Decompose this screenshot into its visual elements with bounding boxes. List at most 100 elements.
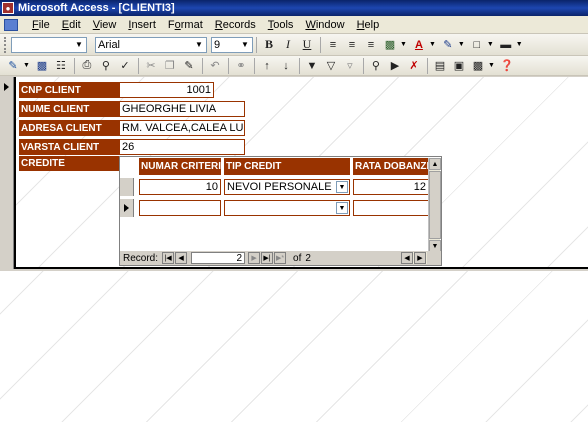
previous-record-icon[interactable]: ◀: [175, 252, 188, 264]
align-center-icon[interactable]: ≡: [343, 36, 361, 54]
sort-descending-icon[interactable]: ↓: [277, 57, 295, 75]
chevron-down-icon[interactable]: ▼: [336, 181, 348, 193]
scroll-right-icon[interactable]: ▶: [414, 252, 426, 264]
paste-icon[interactable]: ✎: [180, 57, 198, 75]
toolbar-separator: [201, 57, 203, 74]
current-record-icon: [124, 204, 129, 212]
print-icon[interactable]: ⎙: [78, 57, 96, 75]
properties-icon[interactable]: ▤: [431, 57, 449, 75]
toolbar-separator: [227, 57, 229, 74]
menu-format[interactable]: Format: [162, 19, 209, 31]
menu-window[interactable]: Window: [299, 19, 350, 31]
divider: [14, 77, 16, 269]
menu-edit[interactable]: Edit: [56, 19, 87, 31]
field-cnp-client[interactable]: 1001: [119, 82, 214, 98]
toolbar-separator: [320, 36, 321, 53]
border-icon[interactable]: □: [468, 36, 486, 54]
menu-view[interactable]: View: [87, 19, 123, 31]
toolbar-separator: [73, 57, 75, 74]
font-color-icon[interactable]: A: [410, 36, 428, 54]
chevron-down-icon[interactable]: ▼: [458, 41, 465, 48]
new-record-icon[interactable]: ▶: [386, 57, 404, 75]
record-number-input[interactable]: 2: [191, 252, 246, 264]
horizontal-scrollbar[interactable]: ◀ ▶: [401, 252, 427, 264]
scroll-thumb[interactable]: [429, 171, 441, 239]
credite-subform: NUMAR CRITERIU TIP CREDIT RATA DOBANZII …: [119, 156, 442, 266]
menu-file[interactable]: File: [26, 19, 56, 31]
cell-numar-criteriu[interactable]: 10: [139, 179, 221, 195]
sort-ascending-icon[interactable]: ↑: [258, 57, 276, 75]
spelling-icon[interactable]: ✓: [116, 57, 134, 75]
cell-tip-credit[interactable]: NEVOI PERSONALE ▼: [224, 179, 350, 195]
field-nume-client[interactable]: GHEORGHE LIVIA: [119, 101, 245, 117]
record-label: Record:: [123, 252, 159, 264]
col-rata-dobanzii: RATA DOBANZII: [353, 158, 429, 175]
bold-button[interactable]: B: [260, 36, 278, 54]
new-record-nav-icon[interactable]: ▶*: [274, 252, 287, 264]
file-search-icon[interactable]: ☷: [52, 57, 70, 75]
toolbar-grip[interactable]: [4, 36, 7, 53]
scroll-left-icon[interactable]: ◀: [401, 252, 413, 264]
align-right-icon[interactable]: ≡: [362, 36, 380, 54]
record-selector[interactable]: [0, 77, 14, 269]
cell-rata-dobanzii[interactable]: [353, 200, 429, 216]
chevron-down-icon[interactable]: ▼: [487, 41, 494, 48]
subform-header: NUMAR CRITERIU TIP CREDIT RATA DOBANZII: [139, 158, 429, 175]
chevron-down-icon: ▼: [241, 40, 249, 49]
font-size-combo[interactable]: 9 ▼: [211, 36, 253, 53]
chevron-down-icon[interactable]: ▼: [400, 41, 407, 48]
view-icon[interactable]: ✎: [4, 57, 22, 75]
cell-rata-dobanzii[interactable]: 12: [353, 179, 429, 195]
last-record-icon[interactable]: ▶|: [261, 252, 274, 264]
chevron-down-icon[interactable]: ▼: [488, 62, 495, 69]
fill-color-icon[interactable]: ▩: [381, 36, 399, 54]
align-left-icon[interactable]: ≡: [324, 36, 342, 54]
cut-icon[interactable]: ✂: [142, 57, 160, 75]
chevron-down-icon: ▼: [195, 40, 203, 49]
font-combo[interactable]: Arial ▼: [95, 36, 207, 53]
new-object-icon[interactable]: ▩: [469, 57, 487, 75]
chevron-down-icon[interactable]: ▼: [516, 41, 523, 48]
object-combo[interactable]: ▼: [11, 36, 87, 53]
filter-by-form-icon[interactable]: ▽: [322, 57, 340, 75]
row-selector[interactable]: [120, 178, 134, 196]
field-varsta-client[interactable]: 26: [119, 139, 245, 155]
database-window-icon[interactable]: ▣: [450, 57, 468, 75]
title-bar: ● Microsoft Access - [CLIENTI3]: [0, 0, 588, 16]
cell-numar-criteriu[interactable]: [139, 200, 221, 216]
of-label: of: [293, 252, 302, 264]
apply-filter-icon[interactable]: ▿: [341, 57, 359, 75]
menu-bar: File Edit View Insert Format Records Too…: [0, 16, 588, 34]
menu-help[interactable]: Help: [351, 19, 386, 31]
field-adresa-client[interactable]: RM. VALCEA,CALEA LUI TR: [119, 120, 245, 136]
menu-tools[interactable]: Tools: [262, 19, 300, 31]
underline-button[interactable]: U: [298, 36, 316, 54]
save-icon[interactable]: ▩: [33, 57, 51, 75]
row-selector[interactable]: [120, 199, 134, 217]
cell-tip-credit[interactable]: ▼: [224, 200, 350, 216]
chevron-down-icon[interactable]: ▼: [429, 41, 436, 48]
help-icon[interactable]: ❓: [498, 57, 516, 75]
line-color-icon[interactable]: ✎: [439, 36, 457, 54]
line-width-icon[interactable]: ▬: [497, 36, 515, 54]
menu-records[interactable]: Records: [209, 19, 262, 31]
print-preview-icon[interactable]: ⚲: [97, 57, 115, 75]
italic-button[interactable]: I: [279, 36, 297, 54]
scroll-up-icon[interactable]: ▲: [429, 158, 441, 170]
chevron-down-icon[interactable]: ▼: [336, 202, 348, 214]
next-record-icon[interactable]: ▶: [248, 252, 261, 264]
delete-record-icon[interactable]: ✗: [405, 57, 423, 75]
label-nume-client: NUME CLIENT: [19, 101, 119, 117]
label-varsta-client: VARSTA CLIENT: [19, 139, 119, 155]
find-icon[interactable]: ⚲: [367, 57, 385, 75]
chevron-down-icon[interactable]: ▼: [23, 62, 30, 69]
label-adresa-client: ADRESA CLIENT: [19, 120, 119, 136]
undo-icon[interactable]: ↶: [206, 57, 224, 75]
menu-insert[interactable]: Insert: [122, 19, 162, 31]
filter-by-selection-icon[interactable]: ▼: [303, 57, 321, 75]
hyperlink-icon[interactable]: ⚭: [232, 57, 250, 75]
form-document-icon[interactable]: [4, 18, 18, 31]
copy-icon[interactable]: ❐: [161, 57, 179, 75]
first-record-icon[interactable]: |◀: [162, 252, 175, 264]
vertical-scrollbar[interactable]: ▲ ▼: [428, 158, 441, 252]
